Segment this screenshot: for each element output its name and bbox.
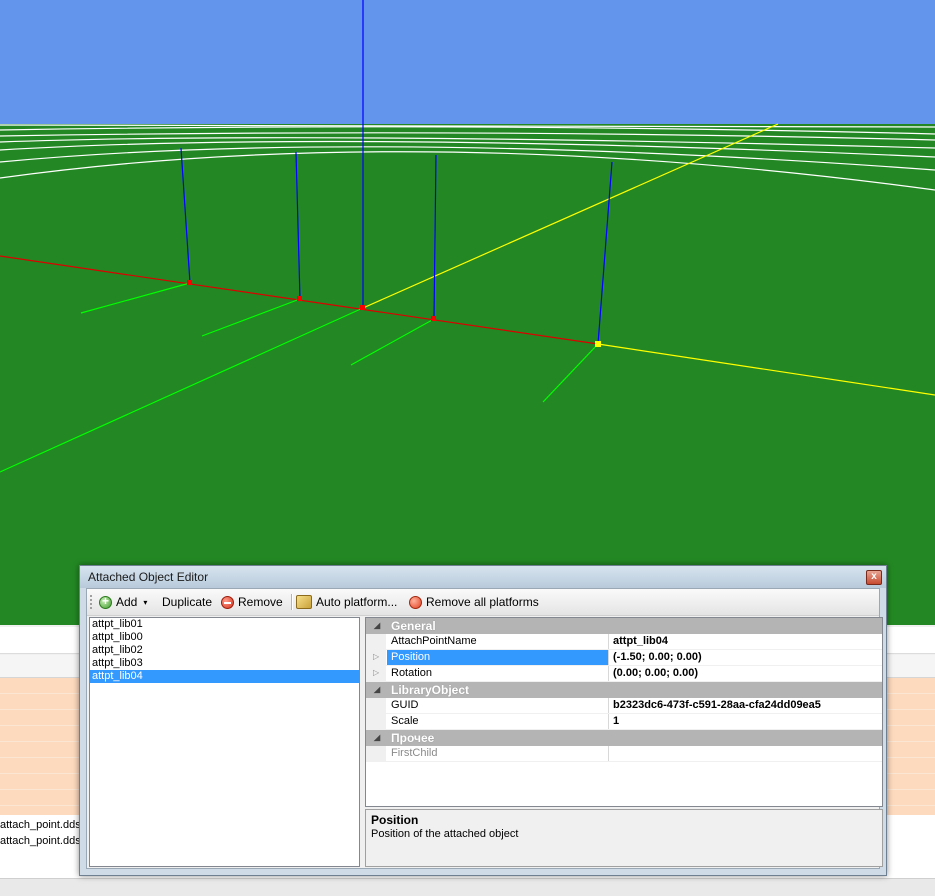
help-description: Position of the attached object: [371, 828, 519, 840]
close-icon: x: [871, 571, 877, 582]
property-row-attachpointname[interactable]: AttachPointName attpt_lib04: [366, 634, 882, 650]
chevron-down-icon[interactable]: ▾: [143, 598, 147, 607]
row-gutter: [366, 634, 386, 649]
row-gutter: [366, 746, 386, 761]
property-row-firstchild[interactable]: FirstChild: [366, 746, 882, 762]
property-value[interactable]: attpt_lib04: [610, 634, 882, 649]
duplicate-button[interactable]: Duplicate: [162, 594, 212, 610]
property-name[interactable]: GUID: [387, 698, 609, 713]
remove-icon: [221, 595, 234, 609]
3d-viewport[interactable]: [0, 0, 935, 625]
title-bar[interactable]: Attached Object Editor x: [80, 566, 886, 588]
close-button[interactable]: x: [866, 570, 882, 585]
platform-icon: [296, 595, 312, 609]
remove-all-platforms-label: Remove all platforms: [426, 595, 539, 609]
row-gutter: [366, 698, 386, 713]
category-label: Прочее: [391, 731, 435, 745]
row-gutter: ▷: [366, 666, 386, 681]
category-other[interactable]: ◢ Прочее: [366, 730, 882, 746]
expand-icon[interactable]: ▷: [373, 668, 379, 677]
property-name[interactable]: Scale: [387, 714, 609, 729]
property-row-scale[interactable]: Scale 1: [366, 714, 882, 730]
category-libraryobject[interactable]: ◢ LibraryObject: [366, 682, 882, 698]
window-title: Attached Object Editor: [88, 570, 209, 584]
auto-platform-button[interactable]: Auto platform...: [296, 594, 397, 610]
list-item[interactable]: attpt_lib03: [90, 657, 359, 670]
dialog-content: Add ▾ Duplicate Remove Auto platform... …: [86, 588, 883, 869]
property-name[interactable]: AttachPointName: [387, 634, 609, 649]
remove-label: Remove: [238, 595, 283, 609]
row-gutter: ▷: [366, 650, 386, 665]
property-value[interactable]: (-1.50; 0.00; 0.00): [610, 650, 882, 665]
category-label: General: [391, 619, 436, 633]
property-name[interactable]: FirstChild: [387, 746, 609, 761]
remove-all-platforms-button[interactable]: Remove all platforms: [409, 594, 539, 610]
add-icon: [99, 594, 112, 609]
help-panel: Position Position of the attached object: [365, 809, 883, 867]
bg-file-row[interactable]: attach_point.dds: [0, 819, 80, 831]
collapse-icon[interactable]: ◢: [374, 618, 384, 634]
property-value[interactable]: (0.00; 0.00; 0.00): [610, 666, 882, 681]
sky: [0, 0, 935, 127]
list-item[interactable]: attpt_lib01: [90, 618, 359, 631]
toolbar: Add ▾ Duplicate Remove Auto platform... …: [87, 589, 879, 616]
attach-point-list[interactable]: attpt_lib01 attpt_lib00 attpt_lib02 attp…: [89, 617, 360, 867]
property-grid[interactable]: ◢ General AttachPointName attpt_lib04 ▷ …: [365, 617, 883, 807]
property-row-guid[interactable]: GUID b2323dc6-473f-c591-28aa-cfa24dd09ea…: [366, 698, 882, 714]
add-button[interactable]: Add ▾: [99, 594, 147, 610]
bg-status-bar: [0, 878, 935, 896]
property-value[interactable]: 1: [610, 714, 882, 729]
expand-icon[interactable]: ▷: [373, 652, 379, 661]
toolbar-grip-icon[interactable]: [90, 595, 92, 609]
property-row-rotation[interactable]: ▷ Rotation (0.00; 0.00; 0.00): [366, 666, 882, 682]
add-label: Add: [116, 595, 138, 609]
attach-point-origin[interactable]: [360, 305, 365, 310]
remove-button[interactable]: Remove: [221, 594, 283, 610]
attached-object-editor-window: Attached Object Editor x Add ▾ Duplicate…: [79, 565, 887, 876]
row-gutter: [366, 714, 386, 729]
list-item[interactable]: attpt_lib00: [90, 631, 359, 644]
property-value[interactable]: b2323dc6-473f-c591-28aa-cfa24dd09ea5: [610, 698, 882, 713]
property-value[interactable]: [610, 746, 882, 761]
ground-plane: [0, 124, 935, 625]
auto-platform-label: Auto platform...: [316, 595, 398, 609]
bg-file-row[interactable]: attach_point.dds: [0, 835, 80, 847]
category-general[interactable]: ◢ General: [366, 618, 882, 634]
collapse-icon[interactable]: ◢: [374, 730, 384, 746]
list-item-selected[interactable]: attpt_lib04: [90, 670, 359, 683]
property-row-position[interactable]: ▷ Position (-1.50; 0.00; 0.00): [366, 650, 882, 666]
category-label: LibraryObject: [391, 683, 470, 697]
property-name[interactable]: Rotation: [387, 666, 609, 681]
help-title: Position: [371, 813, 419, 827]
duplicate-label: Duplicate: [162, 595, 213, 609]
list-item[interactable]: attpt_lib02: [90, 644, 359, 657]
toolbar-separator: [291, 594, 293, 610]
property-name-selected[interactable]: Position: [387, 650, 609, 665]
remove-platforms-icon: [409, 595, 422, 609]
collapse-icon[interactable]: ◢: [374, 682, 384, 698]
